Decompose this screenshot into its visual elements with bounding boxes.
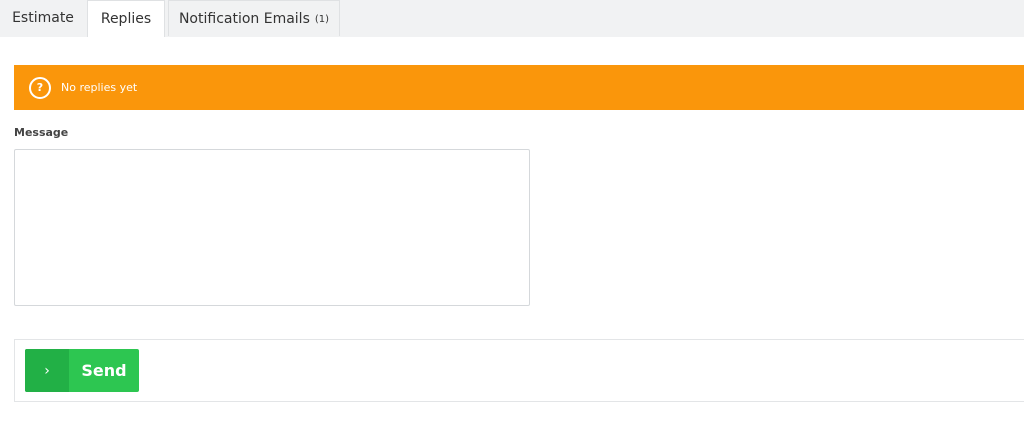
tab-label: Estimate: [12, 10, 74, 26]
tab-notification-emails[interactable]: Notification Emails (1): [168, 0, 340, 36]
no-replies-alert: ? No replies yet: [14, 65, 1024, 110]
alert-text: No replies yet: [61, 81, 138, 94]
tab-count-badge: (1): [314, 14, 330, 25]
chevron-right-icon: ›: [25, 349, 69, 392]
send-button[interactable]: › Send: [25, 349, 139, 392]
tab-label: Notification Emails: [178, 10, 310, 27]
message-textarea[interactable]: [14, 149, 530, 306]
question-circle-icon: ?: [29, 76, 51, 99]
form-actions-bar: › Send: [14, 339, 1024, 402]
tab-label: Replies: [100, 11, 152, 27]
tab-replies[interactable]: Replies: [87, 0, 165, 37]
send-button-label: Send: [81, 361, 127, 380]
tab-bar: Estimate Replies Notification Emails (1): [0, 0, 1024, 37]
message-label: Message: [14, 126, 69, 139]
tab-estimate[interactable]: Estimate: [0, 0, 86, 36]
